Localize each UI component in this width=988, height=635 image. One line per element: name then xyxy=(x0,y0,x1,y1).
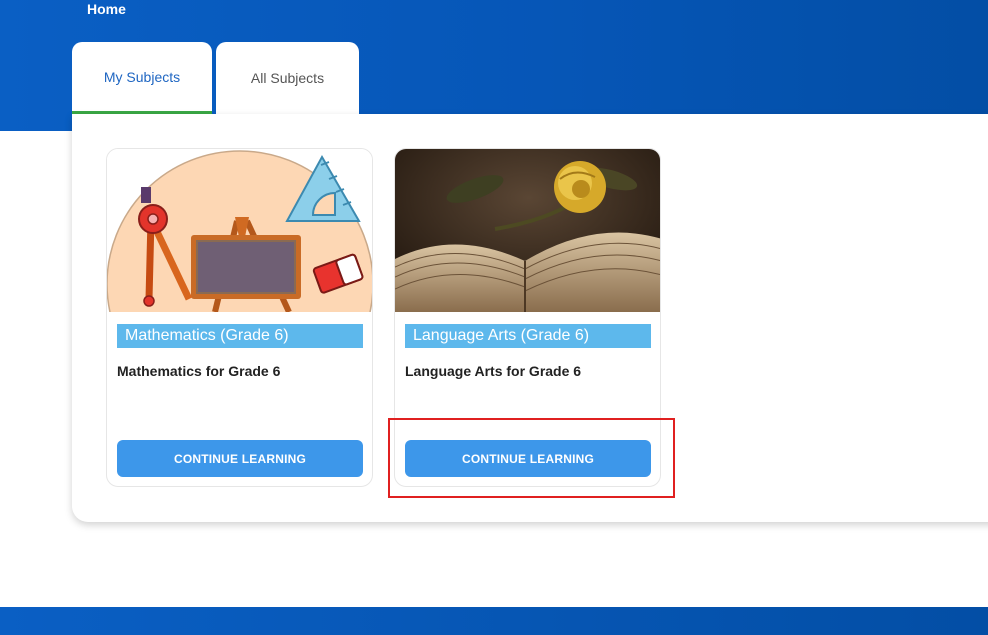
subject-tag: Mathematics (Grade 6) xyxy=(117,324,363,348)
tab-my-subjects[interactable]: My Subjects xyxy=(72,42,212,114)
page-title[interactable]: Home xyxy=(87,1,126,17)
math-illustration-image xyxy=(107,149,372,312)
subject-tag: Language Arts (Grade 6) xyxy=(405,324,651,348)
tab-label: All Subjects xyxy=(250,70,325,86)
tab-all-subjects[interactable]: All Subjects xyxy=(216,42,359,114)
language-arts-image xyxy=(395,149,660,312)
footer-band xyxy=(0,607,988,635)
open-book-rose-icon xyxy=(395,149,660,312)
geometry-tools-icon xyxy=(107,149,372,312)
card-description: Mathematics for Grade 6 xyxy=(117,363,281,379)
tab-label: My Subjects xyxy=(103,68,181,85)
continue-learning-button[interactable]: CONTINUE LEARNING xyxy=(405,440,651,477)
card-description: Language Arts for Grade 6 xyxy=(405,363,582,379)
subject-card-language-arts[interactable]: Language Arts (Grade 6) Language Arts fo… xyxy=(394,148,661,487)
subject-card-mathematics[interactable]: Mathematics (Grade 6) Mathematics for Gr… xyxy=(106,148,373,487)
continue-learning-button[interactable]: CONTINUE LEARNING xyxy=(117,440,363,477)
